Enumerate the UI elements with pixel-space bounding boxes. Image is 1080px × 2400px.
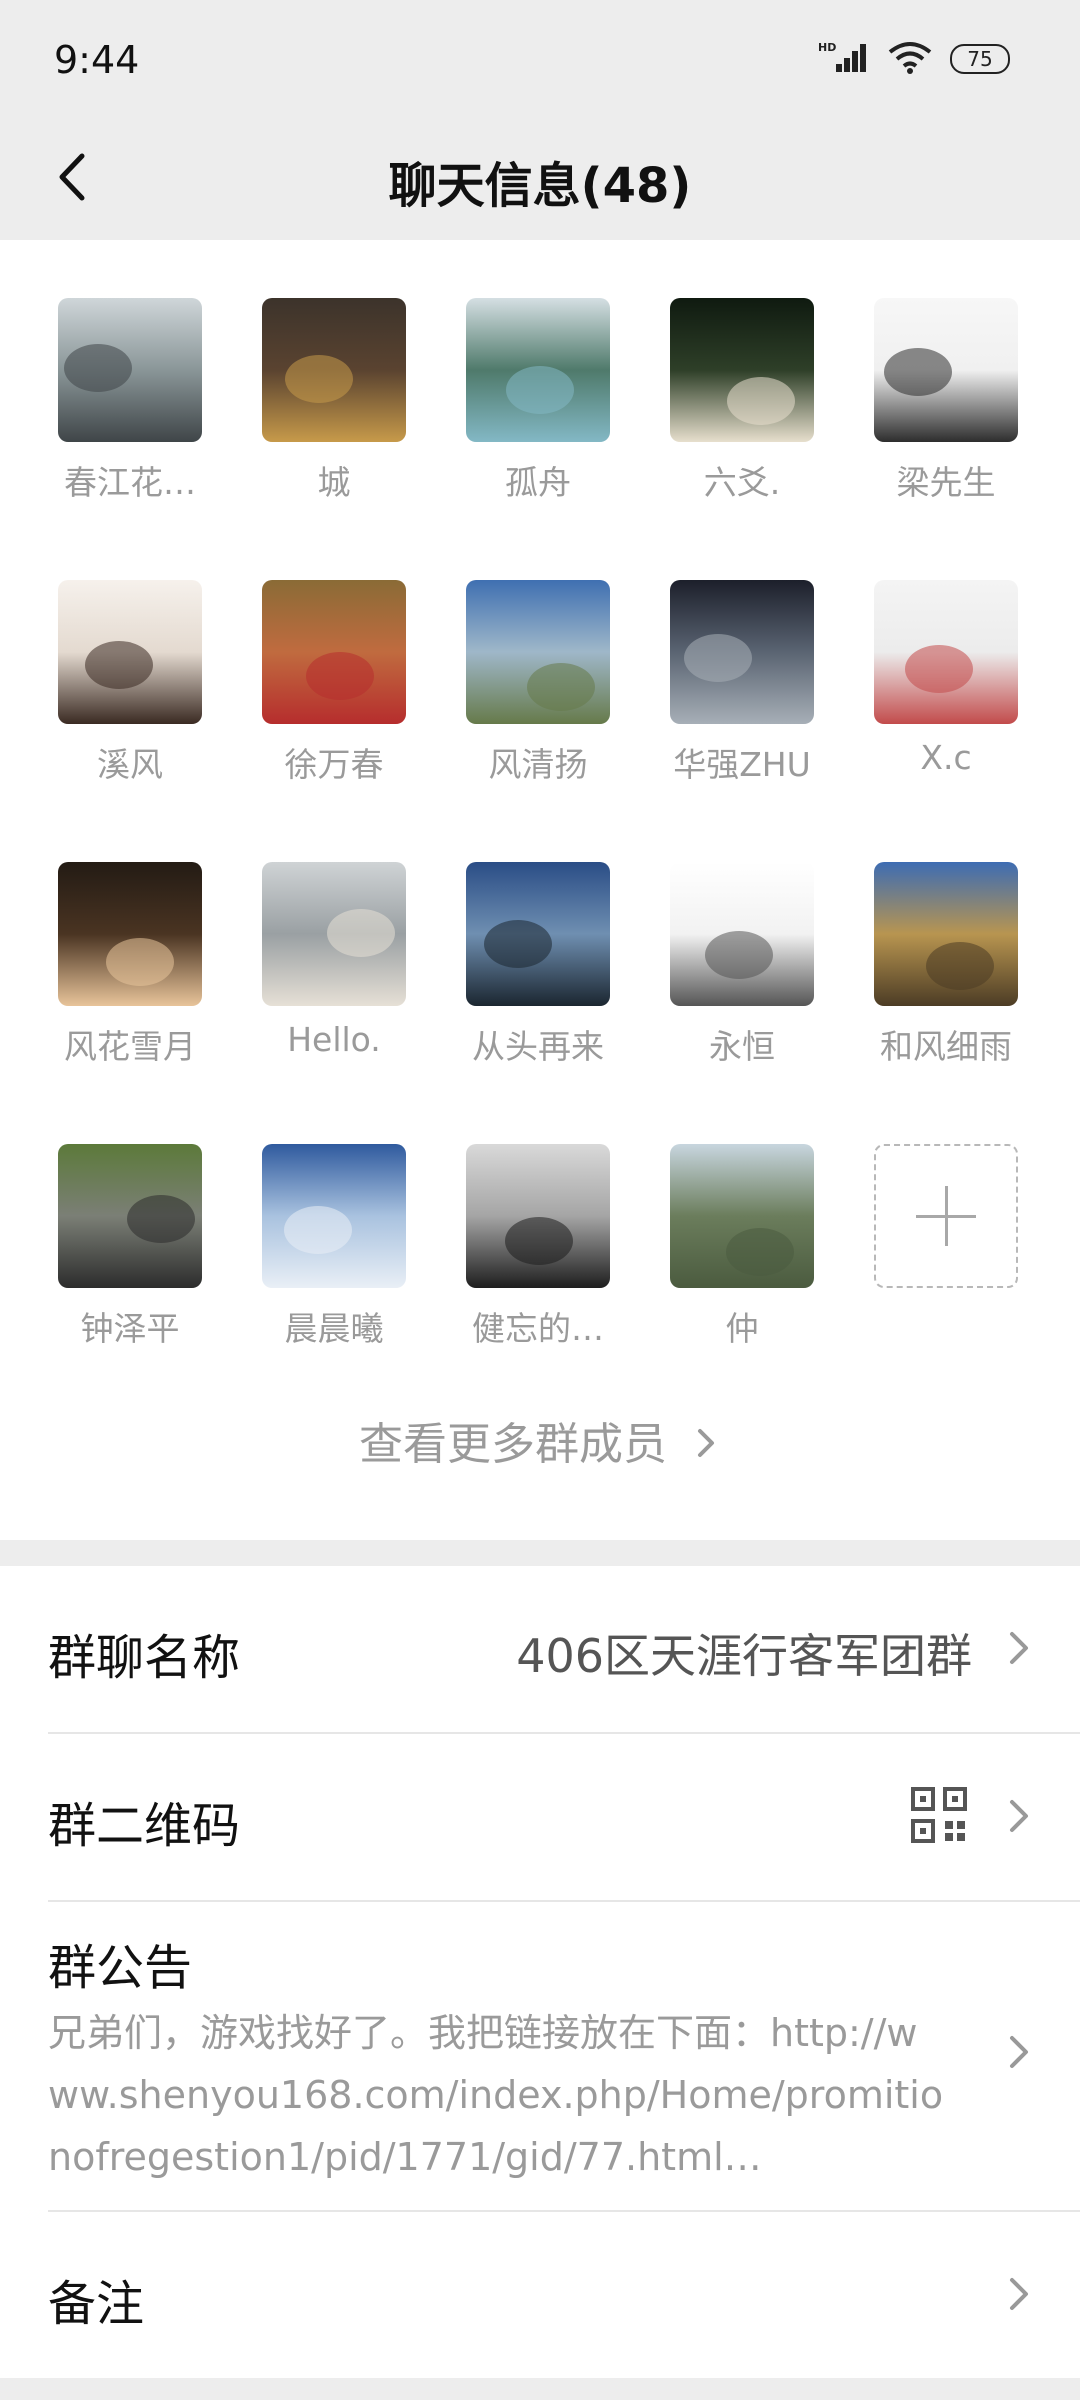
avatar bbox=[262, 1144, 406, 1288]
nav-bar: 聊天信息(48) bbox=[0, 120, 1080, 238]
avatar bbox=[670, 862, 814, 1006]
member-item[interactable]: 溪风 bbox=[58, 580, 202, 786]
member-name: 和风细雨 bbox=[880, 1027, 1012, 1066]
chevron-right-icon bbox=[1010, 2036, 1028, 2068]
member-name: 六爻. bbox=[703, 463, 781, 502]
settings-list: 群聊名称 406区天涯行客军团群 群二维码 群公告 兄弟们，游戏找好了。我把链接… bbox=[0, 1566, 1080, 2378]
member-name: 晨晨曦 bbox=[284, 1309, 384, 1348]
page-title: 聊天信息(48) bbox=[388, 158, 692, 214]
member-name: 钟泽平 bbox=[80, 1309, 180, 1348]
member-item[interactable]: 从头再来 bbox=[466, 862, 610, 1068]
avatar bbox=[874, 298, 1018, 442]
member-item[interactable]: 晨晨曦 bbox=[262, 1144, 406, 1350]
chevron-right-icon bbox=[698, 1429, 714, 1457]
avatar bbox=[670, 580, 814, 724]
avatar bbox=[262, 862, 406, 1006]
avatar bbox=[466, 862, 610, 1006]
member-item[interactable]: 和风细雨 bbox=[874, 862, 1018, 1068]
group-notice-text: 兄弟们，游戏找好了。我把链接放在下面：http://www.shenyou168… bbox=[48, 2011, 944, 2179]
wifi-icon bbox=[888, 40, 932, 78]
member-item[interactable]: 华强ZHU bbox=[670, 580, 814, 786]
group-name-value: 406区天涯行客军团群 bbox=[516, 1629, 972, 1683]
member-item[interactable]: 钟泽平 bbox=[58, 1144, 202, 1350]
member-item[interactable]: X.c bbox=[874, 580, 1018, 786]
group-name-row[interactable]: 群聊名称 406区天涯行客军团群 bbox=[0, 1566, 1080, 1732]
chevron-right-icon bbox=[1010, 1800, 1028, 1832]
add-member-tile[interactable] bbox=[874, 1144, 1018, 1350]
avatar bbox=[874, 862, 1018, 1006]
member-item[interactable]: 梁先生 bbox=[874, 298, 1018, 504]
group-qr-row[interactable]: 群二维码 bbox=[0, 1734, 1080, 1900]
avatar bbox=[58, 862, 202, 1006]
member-item[interactable]: Hello. bbox=[262, 862, 406, 1068]
view-more-label: 查看更多群成员 bbox=[359, 1419, 667, 1470]
remark-label: 备注 bbox=[48, 2276, 145, 2332]
status-bar: 9:44 HD 75 bbox=[0, 0, 1080, 120]
group-notice-label: 群公告 bbox=[48, 1940, 193, 1996]
status-icons: HD 75 bbox=[818, 40, 1010, 78]
member-name: 孤舟 bbox=[505, 463, 571, 502]
avatar bbox=[262, 580, 406, 724]
qr-code-icon bbox=[911, 1787, 967, 1843]
member-item[interactable]: 风清扬 bbox=[466, 580, 610, 786]
member-item[interactable]: 六爻. bbox=[670, 298, 814, 504]
member-name: 风清扬 bbox=[488, 745, 588, 784]
chevron-right-icon bbox=[1010, 1632, 1028, 1664]
member-item[interactable]: 徐万春 bbox=[262, 580, 406, 786]
member-name: 仲 bbox=[725, 1309, 759, 1348]
member-name: 永恒 bbox=[709, 1027, 775, 1066]
avatar bbox=[58, 1144, 202, 1288]
member-name: 梁先生 bbox=[896, 463, 996, 502]
member-item[interactable]: 仲 bbox=[670, 1144, 814, 1350]
avatar bbox=[466, 1144, 610, 1288]
avatar bbox=[874, 580, 1018, 724]
avatar bbox=[58, 298, 202, 442]
member-name: 春江花… bbox=[64, 463, 196, 502]
member-name: 健忘的… bbox=[472, 1309, 604, 1348]
member-name: 风花雪月 bbox=[64, 1027, 196, 1066]
chevron-right-icon bbox=[1010, 2278, 1028, 2310]
member-name: 溪风 bbox=[97, 745, 163, 784]
plus-icon bbox=[874, 1144, 1018, 1288]
avatar bbox=[670, 1144, 814, 1288]
remark-row[interactable]: 备注 bbox=[0, 2212, 1080, 2378]
member-name: X.c bbox=[920, 738, 972, 777]
members-section: 春江花… 城 孤舟 六爻. 梁先生溪风 徐万春 风清扬 华强ZHU X.c 风花雪月 Hello. 从… bbox=[0, 240, 1080, 1540]
member-name: 徐万春 bbox=[284, 745, 384, 784]
group-qr-label: 群二维码 bbox=[48, 1798, 241, 1854]
avatar bbox=[262, 298, 406, 442]
member-item[interactable]: 春江花… bbox=[58, 298, 202, 504]
signal-icon: HD bbox=[818, 40, 870, 78]
member-item[interactable]: 风花雪月 bbox=[58, 862, 202, 1068]
member-name: 从头再来 bbox=[472, 1027, 604, 1066]
member-item[interactable]: 孤舟 bbox=[466, 298, 610, 504]
view-more-members-link[interactable]: 查看更多群成员 bbox=[0, 1408, 1080, 1472]
avatar bbox=[670, 298, 814, 442]
status-time: 9:44 bbox=[54, 38, 140, 82]
member-item[interactable]: 永恒 bbox=[670, 862, 814, 1068]
svg-text:HD: HD bbox=[818, 41, 836, 54]
group-notice-row[interactable]: 群公告 兄弟们，游戏找好了。我把链接放在下面：http://www.shenyo… bbox=[0, 1902, 1080, 2210]
member-item[interactable]: 健忘的… bbox=[466, 1144, 610, 1350]
avatar bbox=[466, 580, 610, 724]
group-name-label: 群聊名称 bbox=[48, 1630, 241, 1686]
member-name: 华强ZHU bbox=[673, 745, 811, 784]
member-item[interactable]: 城 bbox=[262, 298, 406, 504]
avatar bbox=[58, 580, 202, 724]
member-grid: 春江花… 城 孤舟 六爻. 梁先生溪风 徐万春 风清扬 华强ZHU X.c 风花雪月 Hello. 从… bbox=[58, 298, 1022, 1350]
member-name: Hello. bbox=[287, 1020, 381, 1059]
member-name: 城 bbox=[317, 463, 351, 502]
battery-icon: 75 bbox=[950, 44, 1010, 74]
avatar bbox=[466, 298, 610, 442]
